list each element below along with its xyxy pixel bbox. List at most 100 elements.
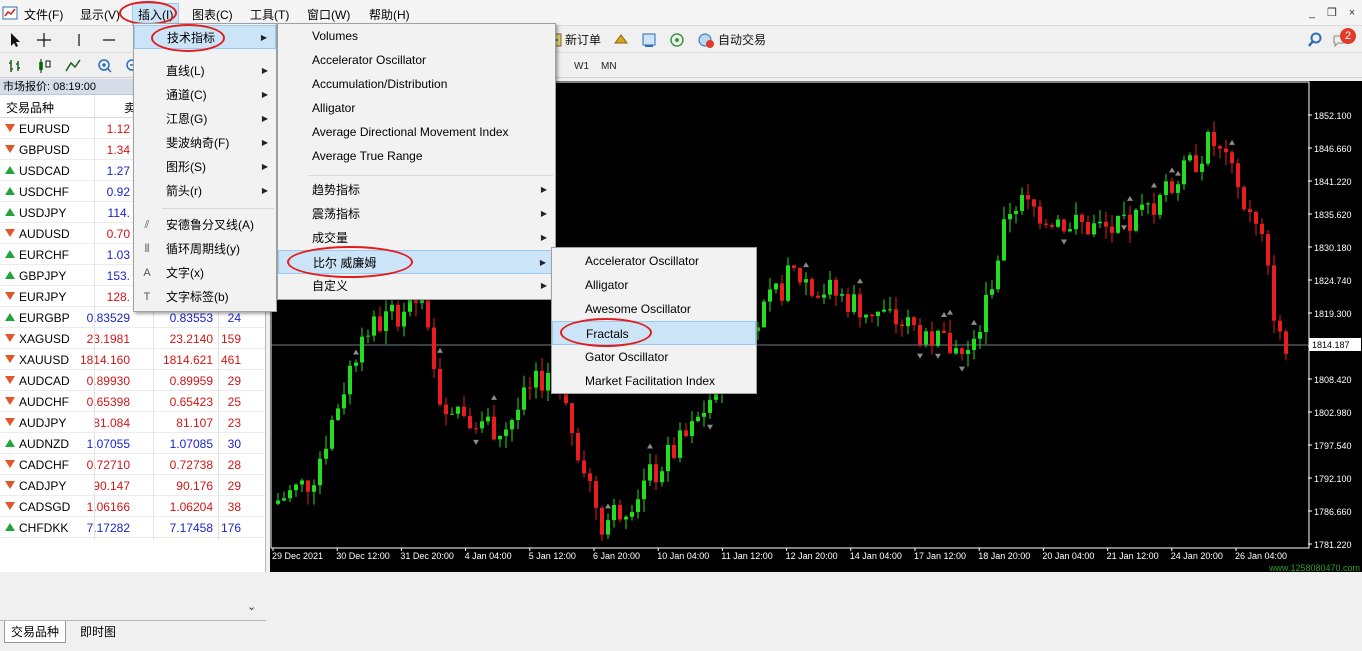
indicator-menu-item[interactable]: 趋势指标 ▶ xyxy=(278,178,555,202)
vertical-line-icon[interactable] xyxy=(70,31,88,49)
market-icon[interactable] xyxy=(612,31,630,49)
horizontal-line-icon[interactable] xyxy=(100,31,118,49)
timeframe-mn-button[interactable]: MN xyxy=(596,57,622,75)
williams-menu-item[interactable]: Gator Oscillator xyxy=(552,345,756,369)
indicator-menu-item[interactable]: 自定义 ▶ xyxy=(278,274,555,298)
arrow-down-icon xyxy=(5,292,15,300)
scroll-down-icon[interactable]: ⌄ xyxy=(247,600,259,618)
arrow-up-icon xyxy=(5,313,15,321)
insert-menu-item[interactable]: 江恩(G) ▶ xyxy=(134,107,276,131)
menu-charts[interactable]: 图表(C) xyxy=(192,6,233,23)
signals-icon[interactable] xyxy=(668,31,686,49)
candle-body xyxy=(1248,209,1252,213)
candle-body xyxy=(768,289,772,302)
menu-item-label: Accumulation/Distribution xyxy=(312,77,448,91)
menu-help[interactable]: 帮助(H) xyxy=(369,6,410,23)
menu-window[interactable]: 窗口(W) xyxy=(307,6,350,23)
tab-tick-chart[interactable]: 即时图 xyxy=(74,621,122,643)
line-chart-icon[interactable] xyxy=(64,57,82,75)
insert-menu-item[interactable]: ⦀ 循环周期线(y) xyxy=(134,237,276,261)
market-watch-row[interactable]: XAUUSD 1814.160 1814.621 461 xyxy=(0,349,265,370)
menu-tools[interactable]: 工具(T) xyxy=(250,6,289,23)
candlestick-icon[interactable] xyxy=(35,57,53,75)
williams-menu-item[interactable]: Market Facilitation Index xyxy=(552,369,756,393)
timeframe-w1-button[interactable]: W1 xyxy=(569,57,594,75)
menu-item-label: 循环周期线(y) xyxy=(166,242,240,256)
candle-body xyxy=(870,314,874,317)
submenu-arrow-icon: ▶ xyxy=(540,185,547,194)
market-watch-row[interactable]: XAGUSD 23.1981 23.2140 159 xyxy=(0,328,265,349)
auto-trade-icon[interactable] xyxy=(697,31,715,49)
restore-button[interactable]: ❐ xyxy=(1324,6,1340,20)
indicator-menu-item[interactable]: Alligator xyxy=(278,96,555,120)
market-watch-row[interactable]: AUDCHF 0.65398 0.65423 25 xyxy=(0,391,265,412)
market-watch-row[interactable]: CADCHF 0.72710 0.72738 28 xyxy=(0,454,265,475)
indicator-menu-item[interactable]: 震荡指标 ▶ xyxy=(278,202,555,226)
market-watch-row[interactable]: AUDNZD 1.07055 1.07085 30 xyxy=(0,433,265,454)
williams-menu-item[interactable]: Accelerator Oscillator xyxy=(552,249,756,273)
indicator-menu-item[interactable]: Volumes xyxy=(278,24,555,48)
candle-body xyxy=(1266,233,1270,266)
candle-body xyxy=(432,327,436,369)
candle-body xyxy=(708,399,712,413)
submenu-arrow-icon: ▶ xyxy=(261,162,268,171)
fractal-up-mark xyxy=(1151,182,1157,188)
cursor-icon[interactable] xyxy=(6,31,24,49)
market-watch-row[interactable]: AUDJPY 81.084 81.107 23 xyxy=(0,412,265,433)
insert-menu-item[interactable]: 技术指标 ▶ xyxy=(134,25,276,49)
new-order-button[interactable]: 新订单 xyxy=(565,30,601,50)
market-watch-row[interactable]: CHFDKK 7.17282 7.17458 176 xyxy=(0,517,265,538)
price-label: 1819.300 xyxy=(1314,309,1352,319)
column-symbol-header[interactable]: 交易品种 xyxy=(6,99,54,116)
time-label: 4 Jan 04:00 xyxy=(465,551,512,561)
crosshair-icon[interactable] xyxy=(35,31,53,49)
search-icon[interactable] xyxy=(1306,31,1324,49)
insert-menu-item[interactable]: T 文字标签(b) xyxy=(134,285,276,309)
price-label: 1797.540 xyxy=(1314,441,1352,451)
menu-file[interactable]: 文件(F) xyxy=(24,6,63,23)
indicator-menu-item[interactable]: 成交量 ▶ xyxy=(278,226,555,250)
time-label: 10 Jan 04:00 xyxy=(657,551,709,561)
insert-menu-item[interactable]: 斐波纳奇(F) ▶ xyxy=(134,131,276,155)
indicator-menu-item[interactable]: Accumulation/Distribution xyxy=(278,72,555,96)
zoom-in-icon[interactable] xyxy=(96,57,114,75)
menu-view[interactable]: 显示(V) xyxy=(80,6,120,23)
symbol-name: AUDNZD xyxy=(19,437,69,451)
williams-menu-item[interactable]: Alligator xyxy=(552,273,756,297)
tab-symbols[interactable]: 交易品种 xyxy=(4,621,67,643)
williams-menu-item[interactable]: Awesome Oscillator xyxy=(552,297,756,321)
indicator-menu-item[interactable]: 比尔 威廉姆 ▶ xyxy=(278,250,555,274)
insert-menu-item[interactable]: 直线(L) ▶ xyxy=(134,59,276,83)
candle-body xyxy=(504,429,508,436)
auto-trade-button[interactable]: 自动交易 xyxy=(718,30,766,50)
indicator-menu-item[interactable]: Average True Range xyxy=(278,144,555,168)
terminal-icon[interactable] xyxy=(640,31,658,49)
market-watch-row[interactable]: CADSGD 1.06166 1.06204 38 xyxy=(0,496,265,517)
insert-menu-item[interactable]: 箭头(r) ▶ xyxy=(134,179,276,203)
insert-menu-item[interactable]: 通道(C) ▶ xyxy=(134,83,276,107)
insert-menu-item[interactable]: A 文字(x) xyxy=(134,261,276,285)
market-watch-row[interactable]: CADJPY 90.147 90.176 29 xyxy=(0,475,265,496)
ask-price: 90.176 xyxy=(176,479,213,493)
close-button[interactable]: × xyxy=(1344,6,1360,20)
time-label: 6 Jan 20:00 xyxy=(593,551,640,561)
indicator-menu-item[interactable]: Accelerator Oscillator xyxy=(278,48,555,72)
arrow-down-icon xyxy=(5,460,15,468)
candle-body xyxy=(516,409,520,421)
candle-body xyxy=(492,416,496,440)
candle-body xyxy=(1116,215,1120,233)
insert-menu-item[interactable]: 图形(S) ▶ xyxy=(134,155,276,179)
arrow-down-icon xyxy=(5,355,15,363)
insert-menu-item[interactable]: ⫽ 安德鲁分叉线(A) xyxy=(134,213,276,237)
market-watch-row[interactable]: AUDCAD 0.89930 0.89959 29 xyxy=(0,370,265,391)
ask-price: 23.2140 xyxy=(169,332,213,346)
menu-item-label: 文字标签(b) xyxy=(166,290,229,304)
pitchfork-icon: ⫽ xyxy=(144,219,150,231)
indicator-menu-item[interactable]: Average Directional Movement Index xyxy=(278,120,555,144)
williams-menu-item[interactable]: Fractals xyxy=(552,321,756,345)
symbol-name: CADJPY xyxy=(19,479,67,493)
menu-item-label: Volumes xyxy=(312,29,359,43)
minimize-button[interactable]: _ xyxy=(1304,6,1320,20)
bar-chart-icon[interactable] xyxy=(6,57,24,75)
bid-price: 0.70 xyxy=(106,227,130,241)
